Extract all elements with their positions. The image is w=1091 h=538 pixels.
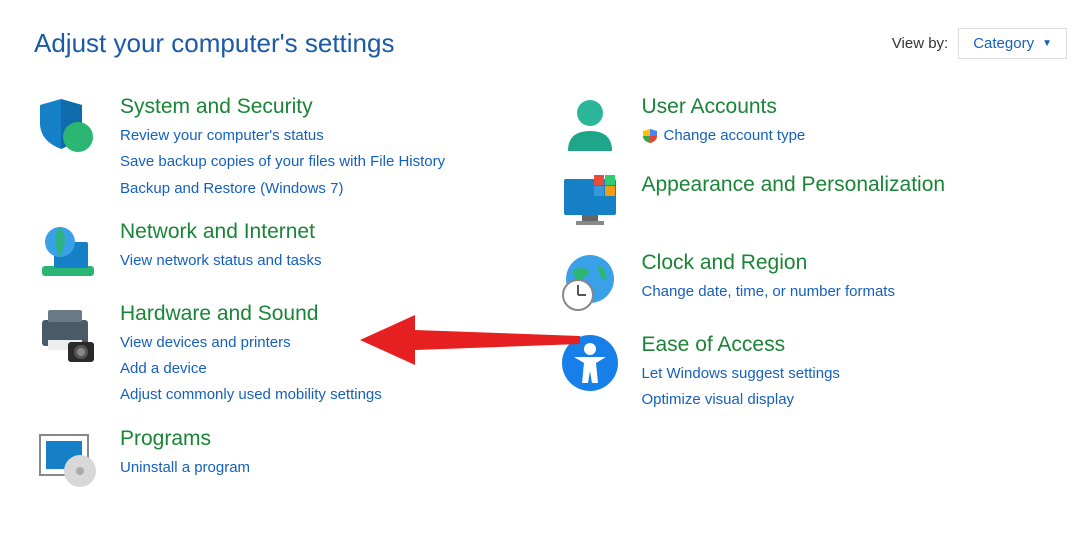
category-user-accounts: User Accounts Change account type	[556, 95, 1068, 155]
right-column: User Accounts Change account type Appear…	[556, 95, 1068, 509]
category-link[interactable]: Ease of Access	[642, 333, 840, 357]
sub-link[interactable]: Let Windows suggest settings	[642, 361, 840, 387]
viewby-label: View by:	[892, 35, 948, 52]
user-icon	[556, 95, 624, 155]
category-columns: System and Security Review your computer…	[34, 95, 1067, 509]
category-link[interactable]: Network and Internet	[120, 220, 322, 244]
sub-link[interactable]: Change date, time, or number formats	[642, 279, 895, 305]
sub-link[interactable]: View devices and printers	[120, 330, 382, 356]
sub-link[interactable]: Review your computer's status	[120, 123, 445, 149]
sub-link[interactable]: Adjust commonly used mobility settings	[120, 382, 382, 408]
security-shield-icon	[34, 95, 102, 202]
viewby-select[interactable]: Category ▼	[958, 28, 1067, 59]
sub-link[interactable]: Add a device	[120, 356, 382, 382]
sub-link[interactable]: Save backup copies of your files with Fi…	[120, 149, 445, 175]
annotation-arrow-icon	[360, 310, 580, 370]
sub-link[interactable]: Change account type	[642, 123, 806, 149]
page-title: Adjust your computer's settings	[34, 28, 394, 59]
category-link[interactable]: User Accounts	[642, 95, 806, 119]
category-network-internet: Network and Internet View network status…	[34, 220, 546, 284]
sub-link[interactable]: View network status and tasks	[120, 248, 322, 274]
category-link[interactable]: Programs	[120, 427, 250, 451]
category-system-security: System and Security Review your computer…	[34, 95, 546, 202]
header: Adjust your computer's settings View by:…	[34, 28, 1067, 59]
category-link[interactable]: Appearance and Personalization	[642, 173, 946, 197]
category-clock-region: Clock and Region Change date, time, or n…	[556, 251, 1068, 315]
globe-clock-icon	[556, 251, 624, 315]
category-link[interactable]: Hardware and Sound	[120, 302, 382, 326]
sub-link[interactable]: Uninstall a program	[120, 455, 250, 481]
printer-camera-icon	[34, 302, 102, 409]
network-globe-icon	[34, 220, 102, 284]
viewby-control: View by: Category ▼	[892, 28, 1067, 59]
left-column: System and Security Review your computer…	[34, 95, 546, 509]
sub-link[interactable]: Optimize visual display	[642, 387, 840, 413]
viewby-value: Category	[973, 35, 1034, 52]
category-link[interactable]: Clock and Region	[642, 251, 895, 275]
category-appearance-personalization: Appearance and Personalization	[556, 173, 1068, 233]
category-programs: Programs Uninstall a program	[34, 427, 546, 491]
sub-link[interactable]: Backup and Restore (Windows 7)	[120, 176, 445, 202]
category-link[interactable]: System and Security	[120, 95, 445, 119]
caret-down-icon: ▼	[1042, 38, 1052, 49]
monitor-tiles-icon	[556, 173, 624, 233]
programs-disc-icon	[34, 427, 102, 491]
uac-shield-icon	[642, 128, 658, 144]
category-ease-of-access: Ease of Access Let Windows suggest setti…	[556, 333, 1068, 414]
